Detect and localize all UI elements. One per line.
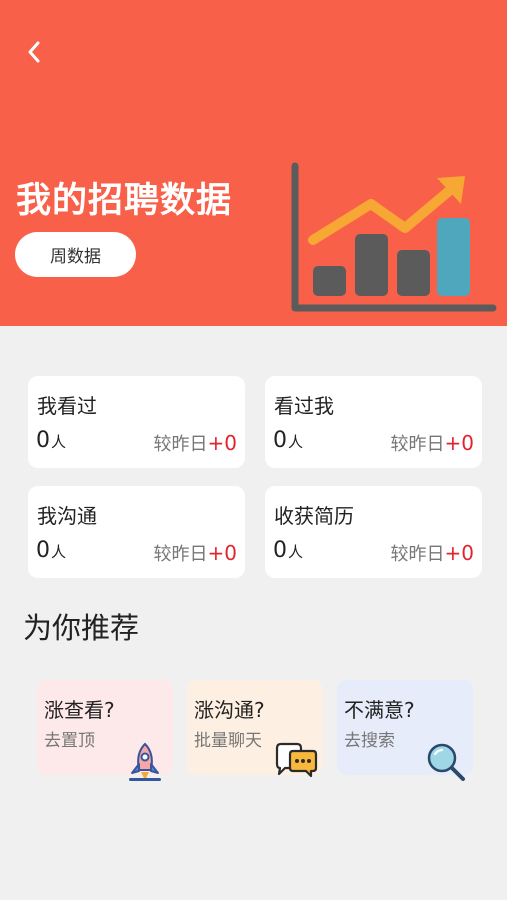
stat-compare: 较昨日+0: [153, 431, 237, 455]
stat-value: 0人: [36, 538, 67, 563]
week-data-button[interactable]: 周数据: [15, 232, 136, 277]
header-banner: 我的招聘数据 周数据: [0, 0, 507, 326]
stat-delta: +0: [207, 431, 237, 455]
page-title: 我的招聘数据: [16, 181, 233, 221]
recommend-card-subtitle: 批量聊天: [194, 731, 262, 751]
stat-card-viewed[interactable]: 我看过 0人 较昨日+0: [28, 376, 245, 468]
stat-label: 我沟通: [37, 504, 97, 528]
stat-delta: +0: [207, 541, 237, 565]
stat-value: 0人: [273, 538, 304, 563]
stat-card-viewed-me[interactable]: 看过我 0人 较昨日+0: [265, 376, 482, 468]
chat-bubbles-icon: [275, 742, 318, 778]
recommend-card-pin-top[interactable]: 涨查看? 去置顶: [37, 680, 173, 781]
recommend-card-title: 不满意?: [344, 698, 415, 722]
stat-label: 我看过: [37, 394, 97, 418]
recommend-card-subtitle: 去搜索: [344, 731, 395, 751]
stat-compare: 较昨日+0: [153, 541, 237, 565]
stat-value: 0人: [36, 428, 67, 453]
recommend-card-title: 涨查看?: [44, 698, 115, 722]
recommend-card-subtitle: 去置顶: [44, 731, 95, 751]
back-button[interactable]: [18, 36, 50, 68]
rocket-icon: [129, 742, 161, 781]
stat-compare: 较昨日+0: [390, 431, 474, 455]
stat-card-resumes[interactable]: 收获简历 0人 较昨日+0: [265, 486, 482, 578]
stat-compare: 较昨日+0: [390, 541, 474, 565]
recommend-card-search[interactable]: 不满意? 去搜索: [337, 680, 473, 781]
stat-delta: +0: [444, 431, 474, 455]
stat-value: 0人: [273, 428, 304, 453]
recommend-card-title: 涨沟通?: [194, 698, 265, 722]
recommend-title: 为你推荐: [23, 611, 140, 645]
stat-card-communicated[interactable]: 我沟通 0人 较昨日+0: [28, 486, 245, 578]
chart-illustration-icon: [291, 162, 497, 312]
stat-label: 收获简历: [274, 504, 354, 528]
stat-label: 看过我: [274, 394, 334, 418]
recommend-card-batch-chat[interactable]: 涨沟通? 批量聊天: [187, 680, 323, 778]
chevron-left-icon: [28, 41, 40, 63]
magnifier-icon: [427, 743, 465, 781]
stat-delta: +0: [444, 541, 474, 565]
